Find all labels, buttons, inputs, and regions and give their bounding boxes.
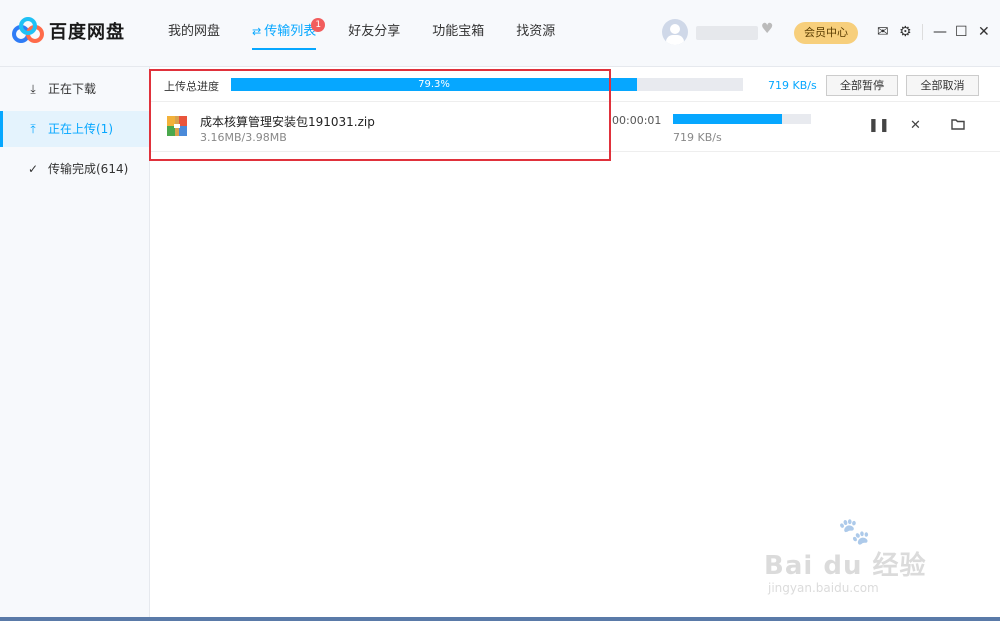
tab-transfer-list[interactable]: ⇄ 传输列表 1 bbox=[252, 0, 326, 66]
divider bbox=[922, 24, 923, 40]
sidebar: ⤓ 正在下载 ⤒ 正在上传(1) ✓ 传输完成(614) bbox=[0, 67, 150, 621]
total-progress-percent: 79.3% bbox=[418, 79, 450, 90]
tab-my-netdisk[interactable]: 我的网盘 bbox=[168, 0, 220, 66]
vip-center-button[interactable]: 会员中心 bbox=[794, 22, 858, 44]
cancel-icon[interactable]: ✕ bbox=[910, 118, 921, 133]
sidebar-item-label: 传输完成(614) bbox=[48, 162, 129, 176]
file-size: 3.16MB/3.98MB bbox=[200, 131, 287, 144]
close-icon[interactable]: ✕ bbox=[978, 24, 990, 40]
tab-label: 我的网盘 bbox=[168, 24, 221, 39]
tab-friend-share[interactable]: 好友分享 bbox=[348, 0, 400, 66]
sidebar-item-label: 正在上传(1) bbox=[48, 122, 113, 136]
remaining-time: 00:00:01 bbox=[612, 114, 662, 127]
app-name: 百度网盘 bbox=[49, 22, 125, 43]
mail-icon[interactable]: ✉ bbox=[877, 24, 889, 40]
heart-icon[interactable]: ♥ bbox=[761, 21, 774, 37]
check-circle-icon: ✓ bbox=[27, 162, 39, 176]
sidebar-item-label: 正在下载 bbox=[48, 82, 97, 96]
watermark-url: jingyan.baidu.com bbox=[768, 581, 879, 595]
file-name: 成本核算管理安装包191031.zip bbox=[200, 115, 375, 129]
total-progress-row: 上传总进度 79.3% 719 KB/s 全部暂停 全部取消 bbox=[150, 67, 1000, 102]
sidebar-item-completed[interactable]: ✓ 传输完成(614) bbox=[0, 151, 149, 187]
tab-label: 功能宝箱 bbox=[432, 24, 485, 39]
tab-toolbox[interactable]: 功能宝箱 bbox=[432, 0, 484, 66]
total-speed: 719 KB/s bbox=[768, 79, 817, 92]
pause-icon[interactable]: ❚❚ bbox=[868, 118, 890, 133]
total-progress-label: 上传总进度 bbox=[164, 80, 219, 93]
pause-all-button[interactable]: 全部暂停 bbox=[826, 75, 898, 96]
baidu-netdisk-logo-icon bbox=[12, 17, 44, 43]
avatar[interactable] bbox=[662, 19, 688, 45]
sidebar-item-uploading[interactable]: ⤒ 正在上传(1) bbox=[0, 111, 149, 147]
download-icon: ⤓ bbox=[30, 82, 36, 96]
zip-archive-icon bbox=[167, 116, 187, 136]
top-bar: 百度网盘 我的网盘 ⇄ 传输列表 1 好友分享 功能宝箱 找资源 ♥ 会员中心 ✉… bbox=[0, 0, 1000, 67]
file-speed: 719 KB/s bbox=[673, 131, 722, 144]
transfer-arrows-icon: ⇄ bbox=[252, 25, 262, 38]
os-taskbar bbox=[0, 617, 1000, 621]
notification-badge: 1 bbox=[311, 18, 326, 32]
tab-label: 好友分享 bbox=[348, 24, 401, 39]
folder-icon[interactable] bbox=[951, 118, 965, 134]
list-item[interactable]: 成本核算管理安装包191031.zip 3.16MB/3.98MB 00:00:… bbox=[150, 101, 1000, 152]
maximize-icon[interactable]: ☐ bbox=[955, 24, 968, 40]
cancel-all-button[interactable]: 全部取消 bbox=[906, 75, 979, 96]
main-nav: 我的网盘 ⇄ 传输列表 1 好友分享 功能宝箱 找资源 bbox=[168, 0, 587, 66]
file-progress-bar bbox=[673, 114, 811, 124]
active-tab-underline bbox=[252, 48, 317, 50]
watermark-text: Bai du 经验 bbox=[764, 551, 927, 581]
upload-icon: ⤒ bbox=[30, 122, 36, 136]
tab-find-resources[interactable]: 找资源 bbox=[516, 0, 555, 66]
app-logo[interactable]: 百度网盘 bbox=[12, 17, 125, 45]
sidebar-item-downloading[interactable]: ⤓ 正在下载 bbox=[0, 71, 149, 107]
paw-icon: 🐾 bbox=[838, 517, 871, 547]
minimize-icon[interactable]: — bbox=[933, 24, 947, 40]
gear-icon[interactable]: ⚙ bbox=[899, 24, 912, 40]
total-progress-bar: 79.3% bbox=[231, 78, 743, 91]
username-blurred[interactable] bbox=[696, 26, 758, 40]
watermark: 🐾 Bai du 经验 jingyan.baidu.com bbox=[764, 517, 954, 607]
file-progress-fill bbox=[673, 114, 783, 124]
tab-label: 传输列表 bbox=[264, 24, 317, 39]
tab-label: 找资源 bbox=[516, 24, 556, 39]
